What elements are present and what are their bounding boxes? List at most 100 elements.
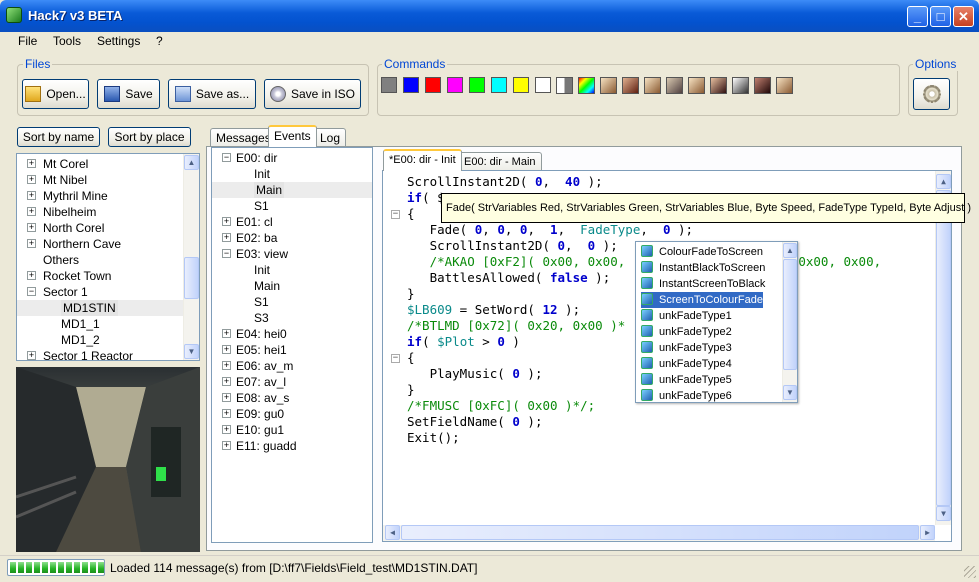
expand-plus-icon[interactable]: +	[222, 409, 231, 418]
location-tree-item[interactable]: MD1_2	[17, 332, 183, 348]
location-tree[interactable]: + Mt Corel + Mt Nibel + Mythril Mine + Nibelhei…	[16, 153, 200, 361]
location-tree-item[interactable]: + Mythril Mine	[17, 188, 183, 204]
open-button[interactable]: Open...	[22, 79, 89, 109]
events-tree-item[interactable]: S1	[212, 198, 372, 214]
location-tree-item[interactable]: + Rocket Town	[17, 268, 183, 284]
events-tree-item[interactable]: + E10: gu1	[212, 422, 372, 438]
expand-plus-icon[interactable]: +	[222, 217, 231, 226]
expand-plus-icon[interactable]: +	[27, 223, 36, 232]
events-tree-item[interactable]: + E08: av_s	[212, 390, 372, 406]
expand-plus-icon[interactable]: +	[27, 239, 36, 248]
location-tree-item[interactable]: MD1STIN	[17, 300, 183, 316]
gradient-command-icon[interactable]	[556, 77, 573, 94]
autocomplete-item[interactable]: unkFadeType4	[641, 356, 732, 372]
expand-plus-icon[interactable]: +	[27, 159, 36, 168]
location-tree-item[interactable]: Others	[17, 252, 183, 268]
events-tree-item[interactable]: − E03: view	[212, 246, 372, 262]
code-line[interactable]: /*BTLMD [0x72]( 0x20, 0x00 )*	[407, 318, 625, 334]
autocomplete-item[interactable]: InstantScreenToBlack	[641, 276, 765, 292]
autocomplete-item[interactable]: unkFadeType6	[641, 388, 732, 402]
code-line[interactable]: PlayMusic( 0 );	[407, 366, 543, 382]
color-swatch-1[interactable]	[381, 77, 397, 93]
code-line[interactable]: SetFieldName( 0 );	[407, 414, 542, 430]
collapse-minus-icon[interactable]: −	[222, 249, 231, 258]
sort-by-place-button[interactable]: Sort by place	[108, 127, 191, 147]
color-swatch-6[interactable]	[491, 77, 507, 93]
events-tree-item[interactable]: Main	[212, 278, 372, 294]
expand-plus-icon[interactable]: +	[222, 329, 231, 338]
minimize-button[interactable]: _	[907, 6, 928, 27]
location-tree-item[interactable]: MD1_1	[17, 316, 183, 332]
character-portrait-icon-5[interactable]	[688, 77, 705, 94]
color-swatch-8[interactable]	[535, 77, 551, 93]
expand-plus-icon[interactable]: +	[27, 191, 36, 200]
menu-settings[interactable]: Settings	[97, 34, 140, 48]
location-tree-item[interactable]: + Nibelheim	[17, 204, 183, 220]
autocomplete-scrollbar[interactable]: ▲ ▼	[782, 242, 797, 402]
autocomplete-item[interactable]: InstantBlackToScreen	[641, 260, 765, 276]
color-swatch-5[interactable]	[469, 77, 485, 93]
save-button[interactable]: Save	[97, 79, 160, 109]
expand-plus-icon[interactable]: +	[222, 377, 231, 386]
resize-grip-icon[interactable]	[964, 566, 976, 578]
events-tree[interactable]: − E00: dir Init Main S1 + E01: cl + E02: ba − E03:…	[211, 147, 373, 543]
expand-plus-icon[interactable]: +	[222, 441, 231, 450]
code-editor-vertical-scrollbar[interactable]: ▲ ▼	[935, 171, 951, 525]
character-portrait-icon-4[interactable]	[666, 77, 683, 94]
scroll-thumb[interactable]	[184, 257, 199, 299]
save-as-button[interactable]: Save as...	[168, 79, 256, 109]
autocomplete-item[interactable]: unkFadeType3	[641, 340, 732, 356]
expand-plus-icon[interactable]: +	[222, 361, 231, 370]
rainbow-command-icon[interactable]	[578, 77, 595, 94]
collapse-minus-icon[interactable]: −	[222, 153, 231, 162]
code-line[interactable]: if( $Plot > 0 )	[407, 334, 520, 350]
editor-tab-init[interactable]: *E00: dir - Init	[383, 149, 462, 171]
code-line[interactable]: Fade( 0, 0, 0, 1, FadeType, 0 );	[407, 222, 693, 238]
code-line[interactable]: }	[407, 382, 415, 398]
character-portrait-icon-6[interactable]	[710, 77, 727, 94]
code-line[interactable]: if( $	[407, 190, 445, 206]
maximize-button[interactable]: □	[930, 6, 951, 27]
character-portrait-icon-8[interactable]	[754, 77, 771, 94]
fold-toggle-icon[interactable]: −	[391, 354, 400, 363]
events-tree-item[interactable]: + E11: guadd	[212, 438, 372, 454]
events-tree-item[interactable]: + E09: gu0	[212, 406, 372, 422]
location-tree-item[interactable]: + Mt Nibel	[17, 172, 183, 188]
menu-help[interactable]: ?	[156, 34, 163, 48]
expand-plus-icon[interactable]: +	[27, 271, 36, 280]
tab-log[interactable]: Log	[314, 128, 347, 148]
tab-messages[interactable]: Messages	[210, 128, 277, 148]
color-swatch-7[interactable]	[513, 77, 529, 93]
location-tree-item[interactable]: + Northern Cave	[17, 236, 183, 252]
events-tree-item[interactable]: − E00: dir	[212, 150, 372, 166]
location-tree-item[interactable]: + Sector 1 Reactor	[17, 348, 183, 360]
scroll-up-arrow-icon[interactable]: ▲	[783, 243, 797, 258]
scroll-thumb[interactable]	[783, 259, 797, 370]
expand-plus-icon[interactable]: +	[222, 233, 231, 242]
code-line[interactable]: /*FMUSC [0xFC]( 0x00 )*/;	[407, 398, 595, 414]
scroll-down-arrow-icon[interactable]: ▼	[184, 344, 199, 359]
autocomplete-item[interactable]: unkFadeType5	[641, 372, 732, 388]
scroll-down-arrow-icon[interactable]: ▼	[783, 385, 797, 400]
code-line[interactable]: ScrollInstant2D( 0, 0 );	[407, 238, 618, 254]
scroll-down-arrow-icon[interactable]: ▼	[936, 506, 951, 521]
code-line[interactable]: $LB609 = SetWord( 12 );	[407, 302, 580, 318]
code-editor-horizontal-scrollbar[interactable]: ◀ ▶	[383, 525, 935, 541]
tab-events[interactable]: Events	[268, 125, 317, 147]
scroll-thumb[interactable]	[936, 190, 951, 506]
character-portrait-icon-9[interactable]	[776, 77, 793, 94]
editor-tab-main[interactable]: E00: dir - Main	[458, 152, 542, 172]
color-swatch-3[interactable]	[425, 77, 441, 93]
events-tree-item[interactable]: Main	[212, 182, 372, 198]
events-tree-item[interactable]: S1	[212, 294, 372, 310]
location-tree-scrollbar[interactable]: ▲ ▼	[183, 154, 199, 360]
character-portrait-icon-1[interactable]	[600, 77, 617, 94]
scroll-right-arrow-icon[interactable]: ▶	[920, 525, 935, 540]
autocomplete-item[interactable]: unkFadeType1	[641, 308, 732, 324]
autocomplete-item[interactable]: unkFadeType2	[641, 324, 732, 340]
collapse-minus-icon[interactable]: −	[27, 287, 36, 296]
save-in-iso-button[interactable]: Save in ISO	[264, 79, 361, 109]
events-tree-item[interactable]: + E01: cl	[212, 214, 372, 230]
events-tree-item[interactable]: + E06: av_m	[212, 358, 372, 374]
location-tree-item[interactable]: + North Corel	[17, 220, 183, 236]
